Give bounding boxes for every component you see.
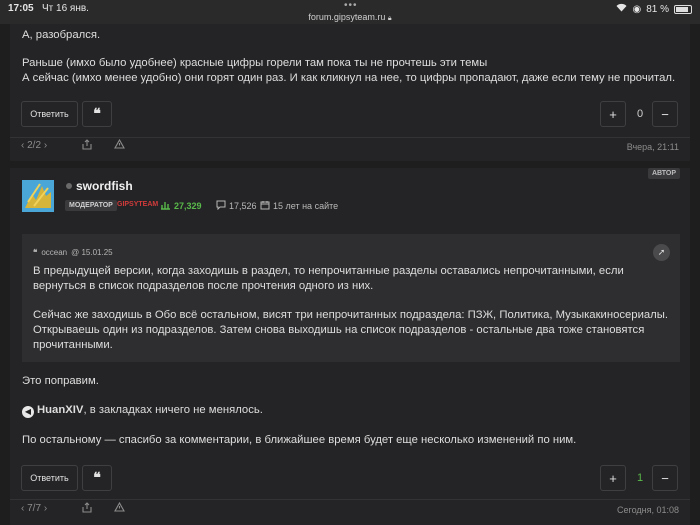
- quote-text-line: Сейчас же заходишь в Обо всё остальном, …: [33, 309, 669, 321]
- downvote-button[interactable]: −: [652, 101, 678, 127]
- battery-percent: 81 %: [646, 3, 669, 15]
- author-badge: АВТОР: [647, 168, 680, 179]
- quote-date: @ 15.01.25: [71, 247, 113, 257]
- vote-count: 1: [636, 472, 644, 484]
- chevron-right-icon[interactable]: ›: [44, 503, 47, 514]
- role-badge: МОДЕРАТОР: [65, 200, 117, 211]
- quote-button[interactable]: ❝: [82, 101, 112, 127]
- report-icon[interactable]: [114, 138, 125, 152]
- downvote-button[interactable]: −: [652, 465, 678, 491]
- avatar[interactable]: [22, 180, 54, 212]
- forum-post: А, разобрался. Раньше (имхо было удобнее…: [10, 24, 690, 161]
- quote-text-line: прочитанными.: [33, 339, 113, 351]
- page-indicator: 2/2: [27, 140, 42, 151]
- upvote-button[interactable]: +: [600, 101, 626, 127]
- upvote-button[interactable]: +: [600, 465, 626, 491]
- online-status-icon: [66, 183, 72, 189]
- quote-block: ❝ occean @ 15.01.25 ➚ В предыдущей верси…: [22, 234, 680, 362]
- quote-text-line: В предыдущей версии, когда заходишь в ра…: [33, 265, 624, 277]
- divider: [10, 137, 690, 138]
- battery-icon: [674, 4, 692, 14]
- post-text-line: По остальному — спасибо за комментарии, …: [22, 434, 577, 446]
- post-pager[interactable]: ‹ 7/7 ›: [21, 503, 47, 514]
- team-label: GIPSYTEAM: [117, 201, 159, 208]
- jump-to-quote-icon[interactable]: ➚: [653, 244, 670, 261]
- share-icon[interactable]: [82, 502, 92, 516]
- quote-text-line: вернуться в список подразделов после про…: [33, 280, 374, 292]
- lock-icon: 🔒︎: [387, 15, 392, 22]
- url-text: forum.gipsyteam.ru: [308, 12, 386, 22]
- post-text-line: ◀ HuanXIV, в закладках ничего не менялось…: [22, 403, 263, 418]
- user-mention[interactable]: HuanXIV: [37, 404, 83, 416]
- calendar-icon: [260, 200, 270, 212]
- post-timestamp: Сегодня, 01:08: [616, 505, 679, 515]
- status-bar: 17:05 Чт 16 янв. ••• forum.gipsyteam.ru …: [0, 0, 700, 24]
- post-text-line: Это поправим.: [22, 375, 99, 387]
- orientation-lock-icon: ◉: [632, 3, 642, 15]
- share-icon[interactable]: [82, 139, 92, 153]
- post-text-line: А сейчас (имхо менее удобно) они горят о…: [22, 72, 676, 84]
- post-timestamp: Вчера, 21:11: [626, 142, 679, 152]
- mention-text: , в закладках ничего не менялось.: [83, 404, 263, 416]
- quote-author[interactable]: occean: [41, 248, 67, 257]
- quote-meta: ❝ occean @ 15.01.25: [33, 247, 113, 257]
- post-text-line: А, разобрался.: [22, 29, 101, 41]
- chevron-left-icon[interactable]: ‹: [21, 140, 24, 151]
- reply-button[interactable]: Ответить: [21, 465, 78, 491]
- vote-count: 0: [636, 108, 644, 120]
- quote-mark-icon: ❝: [33, 247, 38, 257]
- wifi-icon: [616, 3, 627, 15]
- quote-button[interactable]: ❝: [82, 465, 112, 491]
- message-icon: [216, 200, 226, 212]
- forum-post: АВТОР swordfish МОДЕРАТОР GIPSYTEAM 27,3…: [10, 168, 690, 525]
- messages-stat: 17,526: [216, 200, 257, 212]
- post-text-line: Раньше (имхо было удобнее) красные цифры…: [22, 57, 488, 69]
- page-indicator: 7/7: [27, 503, 42, 514]
- membership-stat: 15 лет на сайте: [260, 200, 338, 212]
- rating-stat: 27,329: [160, 200, 202, 212]
- divider: [10, 499, 690, 500]
- address-bar[interactable]: forum.gipsyteam.ru 🔒︎: [0, 12, 700, 23]
- user-mention-icon: ◀: [22, 406, 34, 418]
- messages-value: 17,526: [229, 201, 257, 211]
- report-icon[interactable]: [114, 501, 125, 515]
- post-pager[interactable]: ‹ 2/2 ›: [21, 140, 47, 151]
- username[interactable]: swordfish: [76, 179, 133, 193]
- chevron-right-icon[interactable]: ›: [44, 140, 47, 151]
- rating-icon: [160, 200, 171, 212]
- rating-value: 27,329: [174, 201, 202, 211]
- status-indicators: ◉ 81 %: [616, 3, 692, 15]
- reply-button[interactable]: Ответить: [21, 101, 78, 127]
- more-dots-icon[interactable]: •••: [344, 0, 358, 11]
- membership-value: 15 лет на сайте: [273, 201, 339, 211]
- quote-text-line: Открываешь один из подразделов. Затем сн…: [33, 324, 645, 336]
- chevron-left-icon[interactable]: ‹: [21, 503, 24, 514]
